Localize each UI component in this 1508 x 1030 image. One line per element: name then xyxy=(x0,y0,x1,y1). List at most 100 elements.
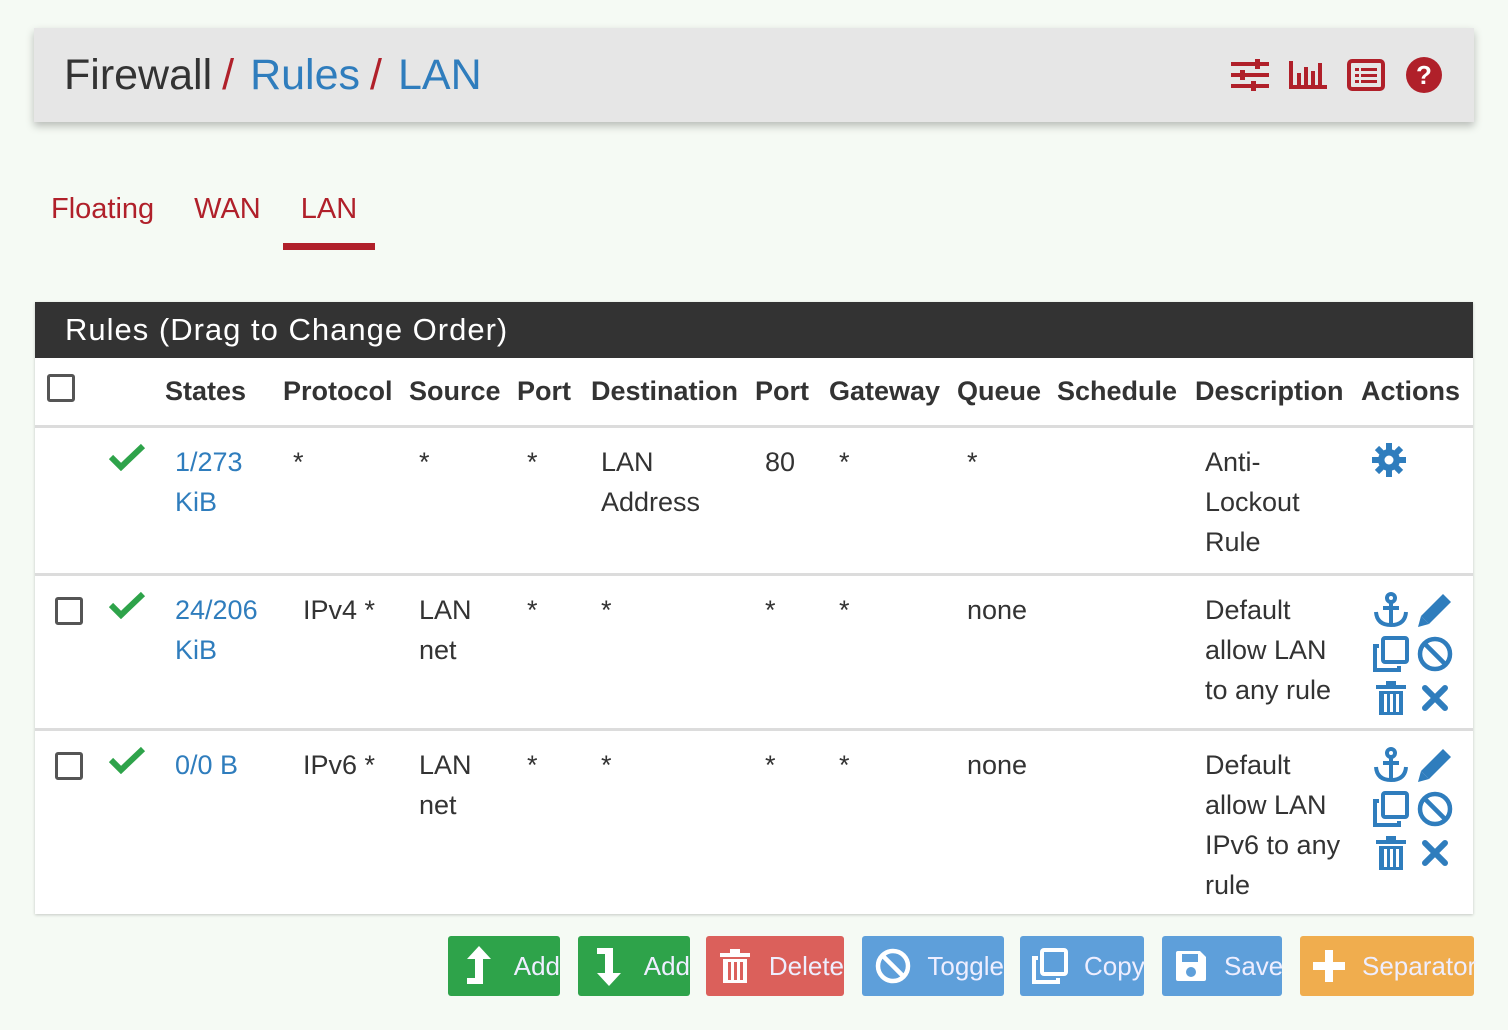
schedule-cell xyxy=(1057,729,1195,909)
arrow-up-icon xyxy=(460,946,498,985)
protocol-cell: IPv6 * xyxy=(303,749,376,780)
col-states: States xyxy=(165,358,283,428)
destination-cell: * xyxy=(601,749,612,780)
states-link[interactable]: 0/0 B xyxy=(175,745,282,785)
separator-button[interactable]: Separator xyxy=(1300,936,1477,996)
tab-lan[interactable]: LAN xyxy=(282,185,376,250)
panel-heading: Rules (Drag to Change Order) xyxy=(35,302,1473,358)
description-line: allow LAN xyxy=(1205,789,1327,820)
breadcrumb-separator: / xyxy=(370,50,382,99)
description-line: Default xyxy=(1205,594,1291,625)
page-header: Firewall / Rules / LAN ? xyxy=(34,28,1474,122)
description-line: allow LAN xyxy=(1205,634,1327,665)
row-select-checkbox[interactable] xyxy=(55,751,83,780)
trash-icon[interactable] xyxy=(1371,833,1411,873)
description-line: Anti- xyxy=(1205,446,1261,477)
add-top-button[interactable]: Add xyxy=(448,936,560,996)
anchor-icon[interactable] xyxy=(1371,745,1411,785)
svg-text:?: ? xyxy=(1416,60,1432,90)
source-port-cell: * xyxy=(527,749,538,780)
gateway-cell: * xyxy=(839,446,850,477)
table-row[interactable]: 1/273 KiB * * * LAN Address 80 * * Anti-… xyxy=(35,426,1473,574)
trash-icon xyxy=(718,947,753,985)
protocol-cell: * xyxy=(293,446,304,477)
bar-chart-icon[interactable] xyxy=(1288,55,1328,95)
states-unit[interactable]: KiB xyxy=(175,630,282,670)
queue-cell: none xyxy=(967,594,1028,625)
interface-tabs: Floating WAN LAN xyxy=(34,185,379,250)
ban-icon[interactable] xyxy=(1415,789,1455,829)
add-bottom-label: Add xyxy=(643,950,690,981)
col-actions: Actions xyxy=(1361,358,1473,428)
states-link[interactable]: 24/206 xyxy=(175,590,282,630)
breadcrumb-separator: / xyxy=(222,50,235,99)
col-gateway: Gateway xyxy=(829,358,957,428)
table-row[interactable]: 0/0 B IPv6 * LAN net * * * * none Defaul… xyxy=(35,729,1473,909)
arrow-down-icon xyxy=(590,947,628,986)
copy-label: Copy xyxy=(1084,950,1145,981)
gear-icon[interactable] xyxy=(1371,442,1407,484)
queue-cell: none xyxy=(967,749,1028,780)
copy-icon xyxy=(1032,947,1068,985)
close-icon[interactable] xyxy=(1415,833,1455,873)
table-row[interactable]: 24/206 KiB IPv4 * LAN net * * * * none D… xyxy=(35,574,1473,729)
gateway-cell: * xyxy=(839,749,850,780)
save-label: Save xyxy=(1224,950,1284,981)
col-protocol: Protocol xyxy=(283,358,409,428)
description-line: Default xyxy=(1205,749,1291,780)
description-line: rule xyxy=(1205,869,1251,900)
dest-port-cell: 80 xyxy=(765,446,796,477)
row-actions xyxy=(1371,590,1472,718)
rules-table: States Protocol Source Port Destination … xyxy=(35,358,1473,909)
select-all-checkbox[interactable] xyxy=(47,373,75,402)
separator-label: Separator xyxy=(1362,950,1477,981)
copy-icon[interactable] xyxy=(1371,789,1411,829)
dest-port-cell: * xyxy=(765,749,776,780)
col-source: Source xyxy=(409,358,517,428)
breadcrumb-lan-link[interactable]: LAN xyxy=(398,51,482,100)
toggle-label: Toggle xyxy=(927,950,1004,981)
source-port-cell: * xyxy=(527,594,538,625)
pass-check-icon xyxy=(108,745,146,785)
save-button[interactable]: Save xyxy=(1162,936,1284,996)
ban-icon xyxy=(874,947,911,985)
floppy-disk-icon xyxy=(1174,947,1208,985)
anchor-icon[interactable] xyxy=(1371,590,1411,630)
row-select-checkbox[interactable] xyxy=(55,596,83,625)
dest-port-cell: * xyxy=(765,594,776,625)
destination-cell: * xyxy=(601,594,612,625)
col-port: Port xyxy=(755,358,829,428)
queue-cell: * xyxy=(967,446,978,477)
list-icon[interactable] xyxy=(1346,55,1386,95)
protocol-cell: IPv4 * xyxy=(303,594,376,625)
pass-check-icon xyxy=(108,590,146,630)
copy-icon[interactable] xyxy=(1371,634,1411,674)
tab-wan[interactable]: WAN xyxy=(176,185,279,250)
description-line: IPv6 to any xyxy=(1205,829,1341,860)
states-unit[interactable]: KiB xyxy=(175,482,282,522)
destination-cell-line2: Address xyxy=(601,486,701,517)
copy-button[interactable]: Copy xyxy=(1020,936,1145,996)
add-bottom-button[interactable]: Add xyxy=(578,936,690,996)
breadcrumb: Firewall / Rules / LAN xyxy=(64,51,482,100)
col-description: Description xyxy=(1195,358,1361,428)
destination-cell: LAN xyxy=(601,446,654,477)
sliders-icon[interactable] xyxy=(1230,55,1270,95)
close-icon[interactable] xyxy=(1415,678,1455,718)
tab-floating[interactable]: Floating xyxy=(34,185,172,250)
toggle-button[interactable]: Toggle xyxy=(862,936,1004,996)
ban-icon[interactable] xyxy=(1415,634,1455,674)
help-icon[interactable]: ? xyxy=(1404,55,1444,95)
rules-panel: Rules (Drag to Change Order) States Prot… xyxy=(35,302,1473,914)
col-port: Port xyxy=(517,358,591,428)
col-queue: Queue xyxy=(957,358,1057,428)
trash-icon[interactable] xyxy=(1371,678,1411,718)
breadcrumb-rules-link[interactable]: Rules xyxy=(250,51,360,100)
pencil-icon[interactable] xyxy=(1415,745,1455,785)
delete-button[interactable]: Delete xyxy=(706,936,844,996)
col-schedule: Schedule xyxy=(1057,358,1195,428)
states-link[interactable]: 1/273 xyxy=(175,442,282,482)
breadcrumb-firewall: Firewall xyxy=(64,50,213,99)
pencil-icon[interactable] xyxy=(1415,590,1455,630)
source-cell: * xyxy=(419,446,430,477)
